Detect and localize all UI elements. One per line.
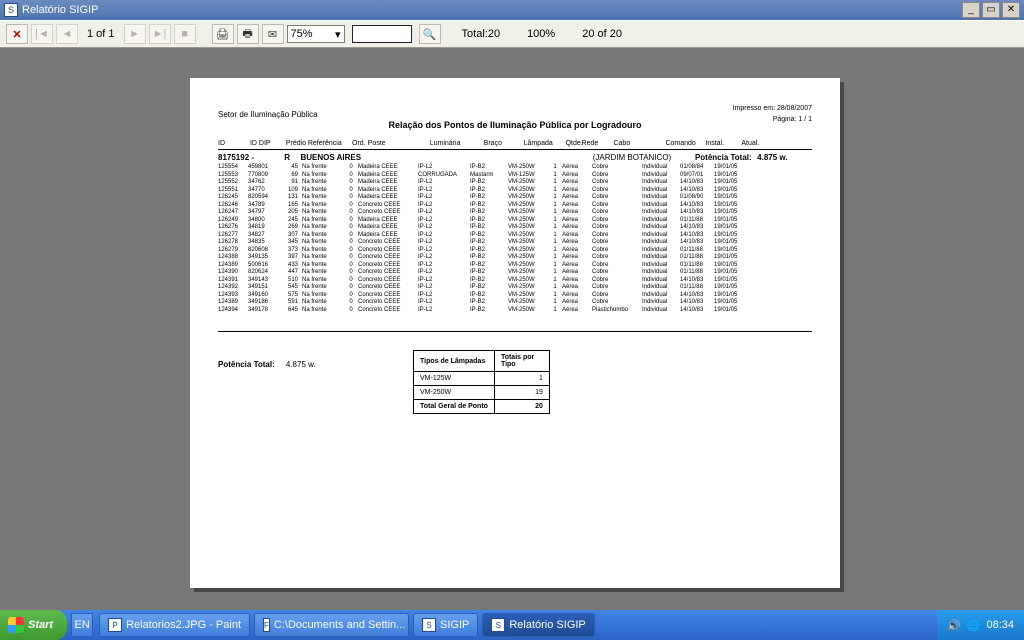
titlebar: S Relatório SIGIP _ ▭ ✕ — [0, 0, 1024, 20]
taskbar-button[interactable]: PRelatorios2.JPG - Paint — [99, 613, 250, 637]
tray-icon[interactable]: 🔊 — [947, 619, 961, 632]
taskbar-button[interactable]: FC:\Documents and Settin... — [254, 613, 409, 637]
table-row: 124389500616433Na frente0Concreto CEEEIP… — [218, 262, 812, 270]
table-header: ID ID DIP Prédio Referência Ord. Poste L… — [218, 140, 812, 150]
first-page-button[interactable]: |◄ — [31, 24, 53, 44]
table-row: 124391349143510Na frente0Concreto CEEEIP… — [218, 277, 812, 285]
table-row: 12627734827307Na frente0Madeira CEEEIP-L… — [218, 232, 812, 240]
table-row: 12555445980145Na frente0Madeira CEEEIP-L… — [218, 164, 812, 172]
quick-launch: EN — [71, 613, 93, 637]
prev-page-button[interactable]: ◄ — [56, 24, 78, 44]
table-row: 12555377080969Na frente0Madeira CEEECORR… — [218, 172, 812, 180]
table-row: 12555134770109Na frente0Madeira CEEEIP-L… — [218, 187, 812, 195]
report-page: Setor de Iluminação Pública Impresso em:… — [190, 78, 840, 588]
table-row: 126279820608373Na frente0Concreto CEEEIP… — [218, 247, 812, 255]
printer-setup-button[interactable]: 🖶 — [237, 24, 259, 44]
window-title: Relatório SIGIP — [22, 4, 98, 16]
table-row: 12624634789165Na frente0Concreto CEEEIP-… — [218, 202, 812, 210]
table-row: 12627634819269Na frente0Madeira CEEEIP-L… — [218, 224, 812, 232]
search-button[interactable]: 🔍 — [419, 24, 441, 44]
summary-table: Tipos de LâmpadasTotais por Tipo VM-125W… — [413, 350, 550, 414]
table-row: 12624734797205Na frente0Concreto CEEEIP-… — [218, 209, 812, 217]
table-row: 124390820624447Na frente0Concreto CEEEIP… — [218, 269, 812, 277]
quicklaunch-button[interactable]: EN — [71, 613, 93, 637]
table-row: 124394349178645Na frente0Concreto CEEEIP… — [218, 307, 812, 315]
table-row: 124392349151545Na frente0Concreto CEEEIP… — [218, 284, 812, 292]
setor-label: Setor de Iluminação Pública — [218, 110, 318, 119]
search-input[interactable] — [352, 25, 412, 43]
stop-button[interactable]: ■ — [174, 24, 196, 44]
clock[interactable]: 08:34 — [986, 619, 1014, 631]
footer-potencia: Potência Total: 4.875 w. — [218, 360, 316, 369]
table-body: 12555445980145Na frente0Madeira CEEEIP-L… — [218, 164, 812, 314]
start-button[interactable]: Start — [0, 610, 67, 640]
count-label: 20 of 20 — [582, 28, 622, 40]
report-title: Relação dos Pontos de Iluminação Pública… — [218, 120, 812, 130]
last-page-button[interactable]: ►| — [149, 24, 171, 44]
next-page-button[interactable]: ► — [124, 24, 146, 44]
minimize-button[interactable]: _ — [962, 2, 980, 18]
export-button[interactable]: ✉ — [262, 24, 284, 44]
table-row: 126245820594131Na frente0Madeira CEEEIP-… — [218, 194, 812, 202]
table-row: 124393349160575Na frente0Concreto CEEEIP… — [218, 292, 812, 300]
windows-logo-icon — [8, 617, 24, 633]
table-row: 12627834835345Na frente0Concreto CEEEIP-… — [218, 239, 812, 247]
table-row: 124389349186591Na frente0Concreto CEEEIP… — [218, 299, 812, 307]
report-viewer[interactable]: Setor de Iluminação Pública Impresso em:… — [0, 48, 1024, 610]
report-toolbar: ✕ |◄ ◄ 1 of 1 ► ►| ■ 🖨 🖶 ✉ 75%▾ 🔍 Total:… — [0, 20, 1024, 48]
table-row: 12624934800245Na frente0Madeira CEEEIP-L… — [218, 217, 812, 225]
taskbar-button[interactable]: SSIGIP — [413, 613, 478, 637]
zoom-select[interactable]: 75%▾ — [287, 25, 345, 43]
taskbar: Start EN PRelatorios2.JPG - PaintFC:\Doc… — [0, 610, 1024, 640]
group-header: 8175192 - R BUENOS AIRES (JARDIM BOTANIC… — [218, 153, 812, 162]
table-row: 1255523476291Na frente0Madeira CEEEIP-L2… — [218, 179, 812, 187]
close-button[interactable]: ✕ — [1002, 2, 1020, 18]
print-button[interactable]: 🖨 — [212, 24, 234, 44]
table-row: 124388349135397Na frente0Concreto CEEEIP… — [218, 254, 812, 262]
percent-label: 100% — [527, 28, 555, 40]
taskbar-button[interactable]: SRelatório SIGIP — [482, 613, 594, 637]
tray-icon[interactable]: 🌐 — [967, 619, 981, 632]
system-tray[interactable]: 🔊 🌐 08:34 — [937, 610, 1024, 640]
total-label: Total:20 — [462, 28, 501, 40]
app-icon: S — [4, 3, 18, 17]
close-report-button[interactable]: ✕ — [6, 24, 28, 44]
page-indicator: 1 of 1 — [87, 28, 115, 40]
maximize-button[interactable]: ▭ — [982, 2, 1000, 18]
